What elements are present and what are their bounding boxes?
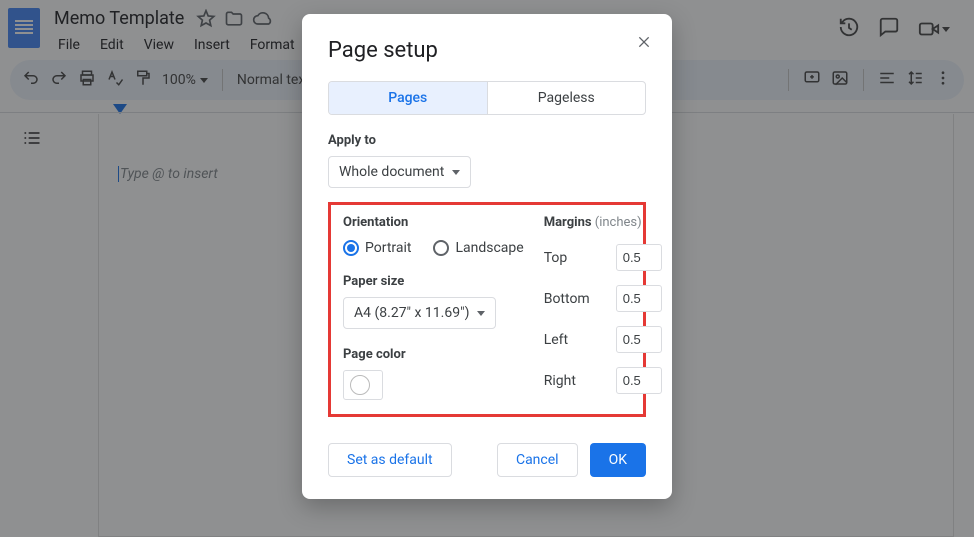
cancel-button[interactable]: Cancel xyxy=(497,443,578,477)
margin-right-input[interactable] xyxy=(616,367,662,394)
radio-icon xyxy=(433,240,449,256)
page-setup-dialog: Page setup Pages Pageless Apply to Whole… xyxy=(302,14,672,499)
margin-top-label: Top xyxy=(544,250,568,266)
margin-left-input[interactable] xyxy=(616,326,662,353)
chevron-down-icon xyxy=(452,170,460,175)
orientation-portrait-label: Portrait xyxy=(365,240,411,256)
orientation-landscape-radio[interactable]: Landscape xyxy=(433,240,523,256)
apply-to-label: Apply to xyxy=(328,133,646,148)
margin-left-label: Left xyxy=(544,332,568,348)
paper-size-dropdown[interactable]: A4 (8.27" x 11.69") xyxy=(343,297,496,329)
margin-top-input[interactable] xyxy=(616,244,662,271)
tab-pageless[interactable]: Pageless xyxy=(487,82,646,114)
color-swatch-icon xyxy=(350,375,370,395)
annotation-highlight: Orientation Portrait Landscape Paper siz… xyxy=(328,202,646,417)
set-default-button[interactable]: Set as default xyxy=(328,443,452,477)
orientation-label: Orientation xyxy=(343,215,524,230)
margin-bottom-label: Bottom xyxy=(544,291,590,307)
page-color-dropdown[interactable] xyxy=(343,370,383,400)
dialog-title: Page setup xyxy=(328,38,646,63)
orientation-portrait-radio[interactable]: Portrait xyxy=(343,240,411,256)
chevron-down-icon xyxy=(477,311,485,316)
radio-icon xyxy=(343,240,359,256)
page-color-label: Page color xyxy=(343,347,524,362)
orientation-landscape-label: Landscape xyxy=(455,240,523,256)
paper-size-label: Paper size xyxy=(343,274,524,289)
close-icon[interactable] xyxy=(636,34,652,54)
dialog-tabs: Pages Pageless xyxy=(328,81,646,115)
margins-label: Margins (inches) xyxy=(544,215,662,230)
ok-button[interactable]: OK xyxy=(590,443,646,477)
tab-pages[interactable]: Pages xyxy=(329,82,487,114)
margin-right-label: Right xyxy=(544,373,576,389)
margin-bottom-input[interactable] xyxy=(616,285,662,312)
apply-to-dropdown[interactable]: Whole document xyxy=(328,156,471,188)
